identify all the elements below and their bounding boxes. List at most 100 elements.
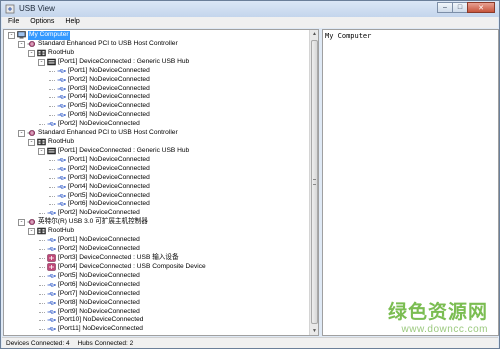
controller-icon: [27, 40, 36, 48]
controller-icon: [27, 129, 36, 137]
tree-connector: [39, 240, 45, 242]
tree-node[interactable]: [Port8] NoDeviceConnected: [4, 299, 304, 308]
tree-node[interactable]: [Port5] NoDeviceConnected: [4, 102, 304, 111]
collapse-toggle-icon[interactable]: -: [28, 139, 35, 147]
collapse-toggle-icon[interactable]: -: [8, 32, 15, 39]
detail-text: My Computer: [325, 32, 372, 40]
port-icon: [47, 272, 56, 280]
maximize-button[interactable]: □: [452, 2, 468, 13]
menu-options[interactable]: Options: [24, 17, 59, 28]
collapse-toggle-icon[interactable]: -: [28, 49, 35, 57]
port-icon: [57, 183, 66, 191]
tree-node[interactable]: [Port2] NoDeviceConnected: [4, 245, 304, 254]
usb-view-app-icon: [5, 4, 15, 14]
tree-node[interactable]: [Port4] NoDeviceConnected: [4, 183, 304, 192]
tree-vertical-scrollbar[interactable]: ▲ ▼: [309, 30, 318, 335]
tree-node[interactable]: [Port6] NoDeviceConnected: [4, 200, 304, 209]
title-bar[interactable]: USB View – □ ✕: [1, 1, 499, 17]
tree-node[interactable]: [Port11] NoDeviceConnected: [4, 325, 304, 334]
port-icon: [57, 93, 66, 101]
tree-node[interactable]: [Port2] NoDeviceConnected: [4, 209, 304, 218]
window-title: USB View: [19, 4, 55, 13]
tree-node[interactable]: [Port9] NoDeviceConnected: [4, 308, 304, 317]
maximize-icon: □: [457, 4, 463, 11]
tree-node[interactable]: [Port2] NoDeviceConnected: [4, 120, 304, 129]
collapse-toggle-icon[interactable]: -: [38, 147, 45, 155]
tree-node[interactable]: [Port4] DeviceConnected : USB Composite …: [4, 263, 304, 272]
tree-node[interactable]: [Port2] NoDeviceConnected: [4, 76, 304, 85]
tree-node[interactable]: [Port2] NoDeviceConnected: [4, 165, 304, 174]
tree-node[interactable]: - 英特尔(R) USB 3.0 可扩展主机控制器: [4, 218, 304, 227]
tree-node[interactable]: [Port3] NoDeviceConnected: [4, 85, 304, 94]
tree-node[interactable]: [Port1] NoDeviceConnected: [4, 236, 304, 245]
tree-node-label: Standard Enhanced PCI to USB Host Contro…: [38, 129, 178, 137]
roothub-icon: [37, 49, 46, 57]
tree-connector: [49, 177, 55, 179]
port-icon: [47, 290, 56, 298]
menu-help[interactable]: Help: [59, 17, 84, 28]
tree-node[interactable]: [Port6] NoDeviceConnected: [4, 111, 304, 120]
collapse-toggle-icon[interactable]: -: [18, 40, 25, 48]
tree-node[interactable]: [Port10] NoDeviceConnected: [4, 316, 304, 325]
tree-connector: [39, 249, 45, 251]
tree-connector: [39, 329, 45, 331]
hubs-connected-status: Hubs Connected: 2: [77, 340, 134, 347]
port-icon: [47, 120, 56, 128]
tree-node[interactable]: [Port3] NoDeviceConnected: [4, 174, 304, 183]
tree-node[interactable]: [Port5] NoDeviceConnected: [4, 272, 304, 281]
tree-node[interactable]: - My Computer: [4, 31, 304, 40]
tree-node-label: [Port5] NoDeviceConnected: [68, 191, 150, 199]
tree-node-label: [Port10] NoDeviceConnected: [58, 316, 144, 324]
tree-node-label: [Port2] NoDeviceConnected: [58, 245, 140, 253]
close-button[interactable]: ✕: [467, 2, 495, 13]
scroll-thumb[interactable]: [311, 40, 318, 324]
tree-connector: [39, 258, 45, 259]
tree-node-label: [Port4] DeviceConnected : USB Composite …: [58, 262, 206, 270]
tree-node-label: RootHub: [48, 138, 75, 146]
scroll-down-arrow-icon[interactable]: ▼: [311, 327, 318, 335]
tree-node-label: [Port1] NoDeviceConnected: [68, 66, 150, 74]
tree-node[interactable]: [Port7] NoDeviceConnected: [4, 290, 304, 299]
port-icon: [57, 85, 66, 93]
minimize-button[interactable]: –: [437, 2, 453, 13]
device-icon: [47, 254, 56, 262]
tree-node[interactable]: [Port1] NoDeviceConnected: [4, 67, 304, 76]
port-icon: [47, 209, 56, 217]
menu-file[interactable]: File: [2, 17, 24, 28]
roothub-icon: [37, 227, 46, 235]
device-tree-pane[interactable]: - My Computer - Standard Enhanced PCI to US…: [3, 29, 319, 336]
detail-pane[interactable]: My Computer: [322, 29, 499, 336]
tree-node[interactable]: - Standard Enhanced PCI to USB Host Contr…: [4, 40, 304, 49]
tree-node[interactable]: [Port1] NoDeviceConnected: [4, 156, 304, 165]
tree-node[interactable]: - Standard Enhanced PCI to USB Host Contr…: [4, 129, 304, 138]
computer-icon: [17, 31, 26, 39]
window-controls: – □ ✕: [437, 2, 495, 14]
tree-connector: [49, 97, 55, 99]
tree-node-label: [Port6] NoDeviceConnected: [58, 280, 140, 288]
tree-node[interactable]: - RootHub: [4, 227, 304, 236]
scroll-up-arrow-icon[interactable]: ▲: [311, 30, 318, 38]
collapse-toggle-icon[interactable]: -: [28, 228, 35, 236]
tree-node[interactable]: - [Port1] DeviceConnected : Generic USB H…: [4, 58, 304, 67]
tree-node[interactable]: - [Port1] DeviceConnected : Generic USB H…: [4, 147, 304, 156]
roothub-icon: [37, 138, 46, 146]
tree-node[interactable]: - RootHub: [4, 138, 304, 147]
tree-connector: [49, 115, 55, 117]
tree-connector: [49, 106, 55, 108]
tree-node[interactable]: [Port4] NoDeviceConnected: [4, 93, 304, 102]
collapse-toggle-icon[interactable]: -: [18, 219, 25, 227]
tree-node[interactable]: [Port5] NoDeviceConnected: [4, 192, 304, 201]
tree-node[interactable]: [Port6] NoDeviceConnected: [4, 281, 304, 290]
tree-connector: [39, 124, 45, 126]
tree-connector: [39, 302, 45, 304]
tree-connector: [39, 293, 45, 295]
tree-node-label: 英特尔(R) USB 3.0 可扩展主机控制器: [38, 218, 148, 226]
collapse-toggle-icon[interactable]: -: [18, 130, 25, 138]
app-window: USB View – □ ✕ File Options Help - My Com…: [0, 0, 500, 349]
tree-connector: [49, 159, 55, 161]
tree-node-label: RootHub: [48, 48, 75, 56]
tree-node[interactable]: [Port3] DeviceConnected : USB 输入设备: [4, 254, 304, 263]
port-icon: [47, 245, 56, 253]
tree-node[interactable]: - RootHub: [4, 49, 304, 58]
collapse-toggle-icon[interactable]: -: [38, 58, 45, 66]
